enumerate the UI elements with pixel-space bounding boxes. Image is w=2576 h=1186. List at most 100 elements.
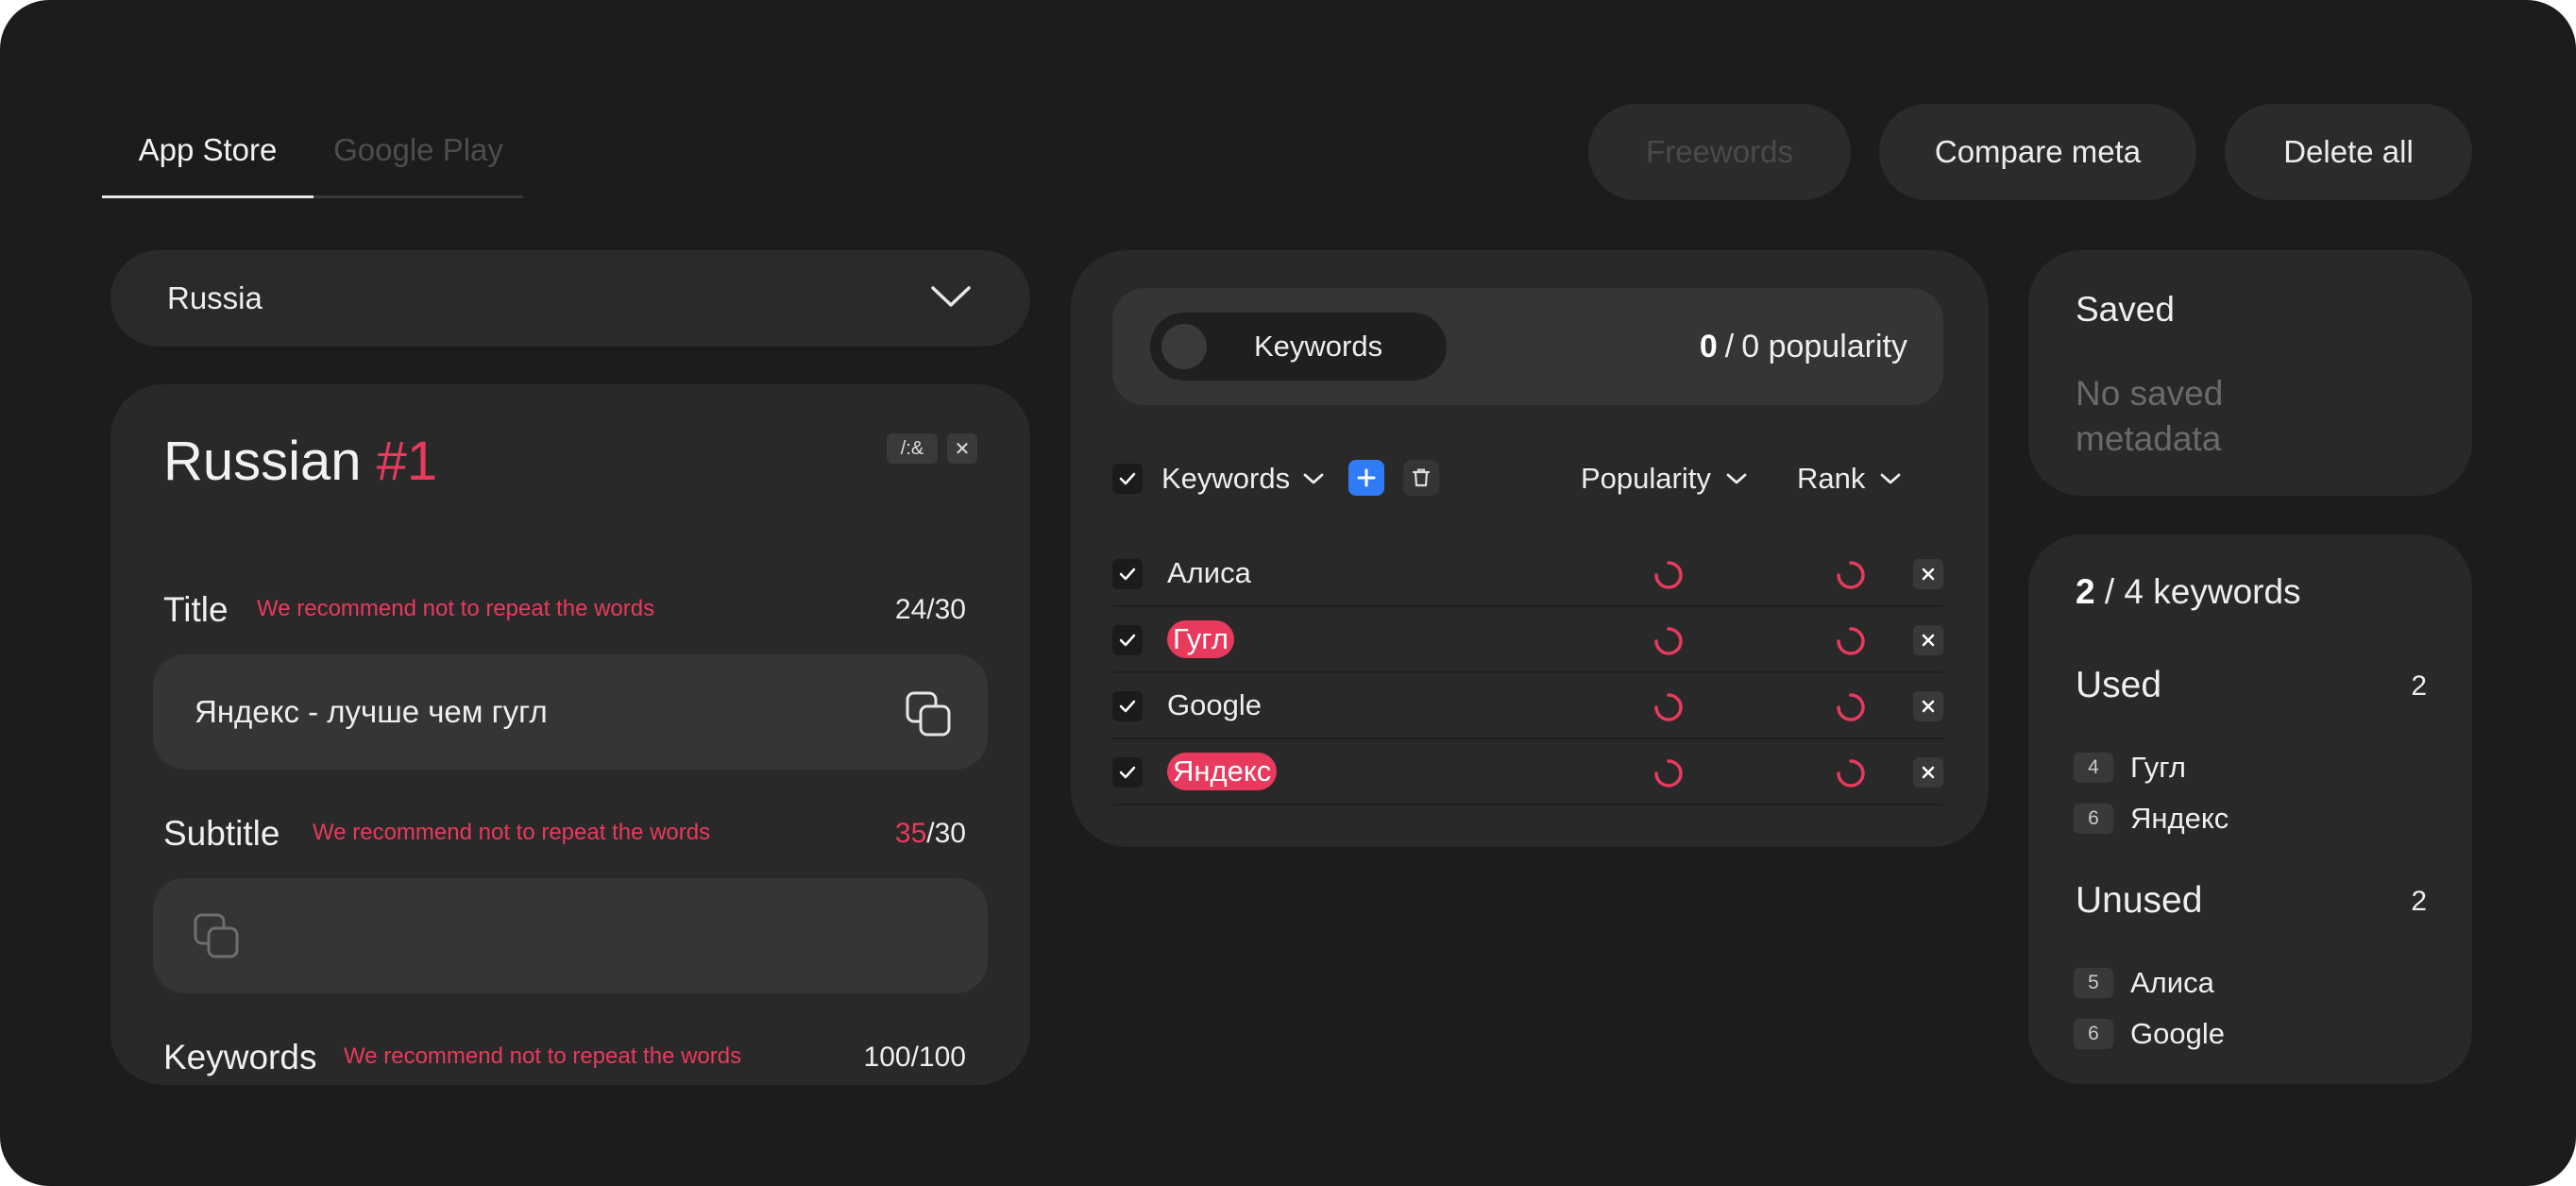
unused-keyword-item: 6 Google — [2074, 1017, 2225, 1050]
close-icon — [1922, 568, 1935, 581]
title-input-value: Яндекс - лучше чем гугл — [195, 694, 548, 729]
subtitle-count-used: 35 — [894, 818, 927, 849]
unused-group-count: 2 — [2411, 886, 2427, 917]
subtitle-warning: We recommend not to repeat the words — [313, 820, 711, 845]
popularity-current: 0 — [1699, 328, 1718, 364]
chevron-down-icon — [931, 286, 971, 307]
title-count-used: 24 — [894, 594, 927, 625]
remove-keyword-button[interactable] — [1913, 691, 1943, 721]
saved-empty-text: No saved metadata — [2076, 374, 2224, 458]
toggle-knob — [1161, 324, 1207, 369]
keyword-text: Google — [1167, 673, 1262, 737]
loading-spinner-icon — [1837, 561, 1865, 589]
popularity-sort-dropdown[interactable]: Popularity — [1581, 460, 1747, 498]
keyword-length-badge: 4 — [2074, 753, 2113, 783]
close-icon: ✕ — [954, 438, 971, 460]
country-select-value: Russia — [167, 280, 263, 315]
loading-spinner-icon — [1654, 627, 1683, 655]
keyword-checkbox[interactable] — [1112, 559, 1143, 589]
remove-keyword-button[interactable] — [1913, 625, 1943, 655]
select-all-checkbox[interactable] — [1112, 464, 1143, 494]
keywords-warning: We recommend not to repeat the words — [344, 1043, 742, 1069]
locale-number: #1 — [376, 431, 438, 492]
used-keyword-item: 6 Яндекс — [2074, 802, 2229, 835]
close-locale-button[interactable]: ✕ — [947, 433, 977, 464]
delete-all-button[interactable]: Delete all — [2225, 104, 2472, 200]
title-warning: We recommend not to repeat the words — [257, 596, 655, 621]
keyword-row: Алиса — [1112, 541, 1943, 607]
subtitle-input[interactable] — [153, 878, 988, 993]
saved-title: Saved — [2076, 290, 2175, 329]
keywords-panel: Keywords 0 / 0 popularity Keywords Popul… — [1071, 250, 1989, 847]
subtitle-label: Subtitle — [163, 814, 280, 853]
keyword-checkbox[interactable] — [1112, 757, 1143, 788]
title-char-count: 24/30 — [895, 594, 966, 626]
subtitle-char-count: 35/30 — [895, 818, 966, 850]
keywords-panel-header: Keywords 0 / 0 popularity — [1112, 288, 1943, 405]
loading-spinner-icon — [1837, 627, 1865, 655]
loading-spinner-icon — [1837, 693, 1865, 721]
copy-icon[interactable] — [193, 912, 242, 959]
keyword-checkbox[interactable] — [1112, 625, 1143, 655]
keyword-usage-summary: 2 / 4 keywords — [2076, 572, 2301, 612]
keywords-used-count: 2 — [2076, 572, 2095, 611]
popularity-summary: 0 / 0 popularity — [1700, 288, 1907, 405]
popularity-separator: / — [1724, 328, 1735, 364]
copy-icon[interactable] — [905, 690, 954, 737]
keyword-text: Алиса — [1167, 541, 1251, 605]
keyword-length-badge: 6 — [2074, 804, 2113, 834]
remove-keyword-button[interactable] — [1913, 757, 1943, 788]
locale-language: Russian — [163, 431, 362, 492]
keywords-column-label: Keywords — [1161, 462, 1291, 495]
keyword-label: Алиса — [1167, 556, 1251, 589]
rank-column-label: Rank — [1797, 462, 1866, 495]
keywords-toggle[interactable]: Keywords — [1150, 313, 1447, 381]
check-icon — [1119, 634, 1136, 647]
keyword-word: Яндекс — [2130, 802, 2229, 835]
toggle-label: Keywords — [1254, 330, 1383, 363]
tab-google-play[interactable]: Google Play — [314, 104, 523, 198]
tab-app-store[interactable]: App Store — [102, 104, 314, 198]
plus-icon — [1357, 468, 1376, 487]
country-select[interactable]: Russia — [110, 250, 1030, 347]
symbols-toggle-button[interactable]: /:& — [887, 433, 938, 464]
keyword-stats-card: 2 / 4 keywords Used 2 4 Гугл 6 Яндекс Un… — [2028, 534, 2472, 1084]
loading-spinner-icon — [1654, 759, 1683, 788]
close-icon — [1922, 634, 1935, 647]
chevron-down-icon — [1726, 473, 1747, 484]
store-tabs: App Store Google Play — [102, 104, 523, 198]
title-count-max: /30 — [926, 594, 966, 625]
keyword-row: Google — [1112, 673, 1943, 739]
freewords-button[interactable]: Freewords — [1588, 104, 1851, 200]
locale-card: Russian #1 /:& ✕ Title We recommend not … — [110, 384, 1030, 1085]
popularity-column-label: Popularity — [1581, 462, 1711, 495]
keyword-checkbox[interactable] — [1112, 691, 1143, 721]
delete-keywords-button[interactable] — [1403, 460, 1439, 496]
chevron-down-icon — [1880, 473, 1901, 484]
add-keyword-button[interactable] — [1348, 460, 1384, 496]
compare-meta-button[interactable]: Compare meta — [1879, 104, 2196, 200]
saved-metadata-card: Saved No saved metadata — [2028, 250, 2472, 496]
chevron-down-icon — [1303, 473, 1324, 484]
check-icon — [1119, 568, 1136, 581]
loading-spinner-icon — [1654, 561, 1683, 589]
keyword-length-badge: 6 — [2074, 1019, 2113, 1049]
keywords-label: Keywords — [163, 1038, 317, 1076]
keyword-word: Google — [2130, 1017, 2225, 1050]
locale-title: Russian #1 — [163, 430, 437, 493]
app-window: App Store Google Play Freewords Compare … — [0, 0, 2576, 1186]
check-icon — [1119, 766, 1136, 779]
keyword-word: Алиса — [2130, 966, 2214, 999]
check-icon — [1119, 472, 1136, 485]
popularity-total: 0 popularity — [1741, 328, 1907, 364]
remove-keyword-button[interactable] — [1913, 559, 1943, 589]
unused-group-title: Unused — [2076, 880, 2203, 921]
rank-sort-dropdown[interactable]: Rank — [1797, 460, 1901, 498]
title-input[interactable]: Яндекс - лучше чем гугл — [153, 654, 988, 770]
keywords-sort-dropdown[interactable]: Keywords — [1161, 460, 1324, 498]
close-icon — [1922, 700, 1935, 713]
loading-spinner-icon — [1654, 693, 1683, 721]
check-icon — [1119, 700, 1136, 713]
keyword-length-badge: 5 — [2074, 968, 2113, 998]
keyword-row: Яндекс — [1112, 739, 1943, 805]
